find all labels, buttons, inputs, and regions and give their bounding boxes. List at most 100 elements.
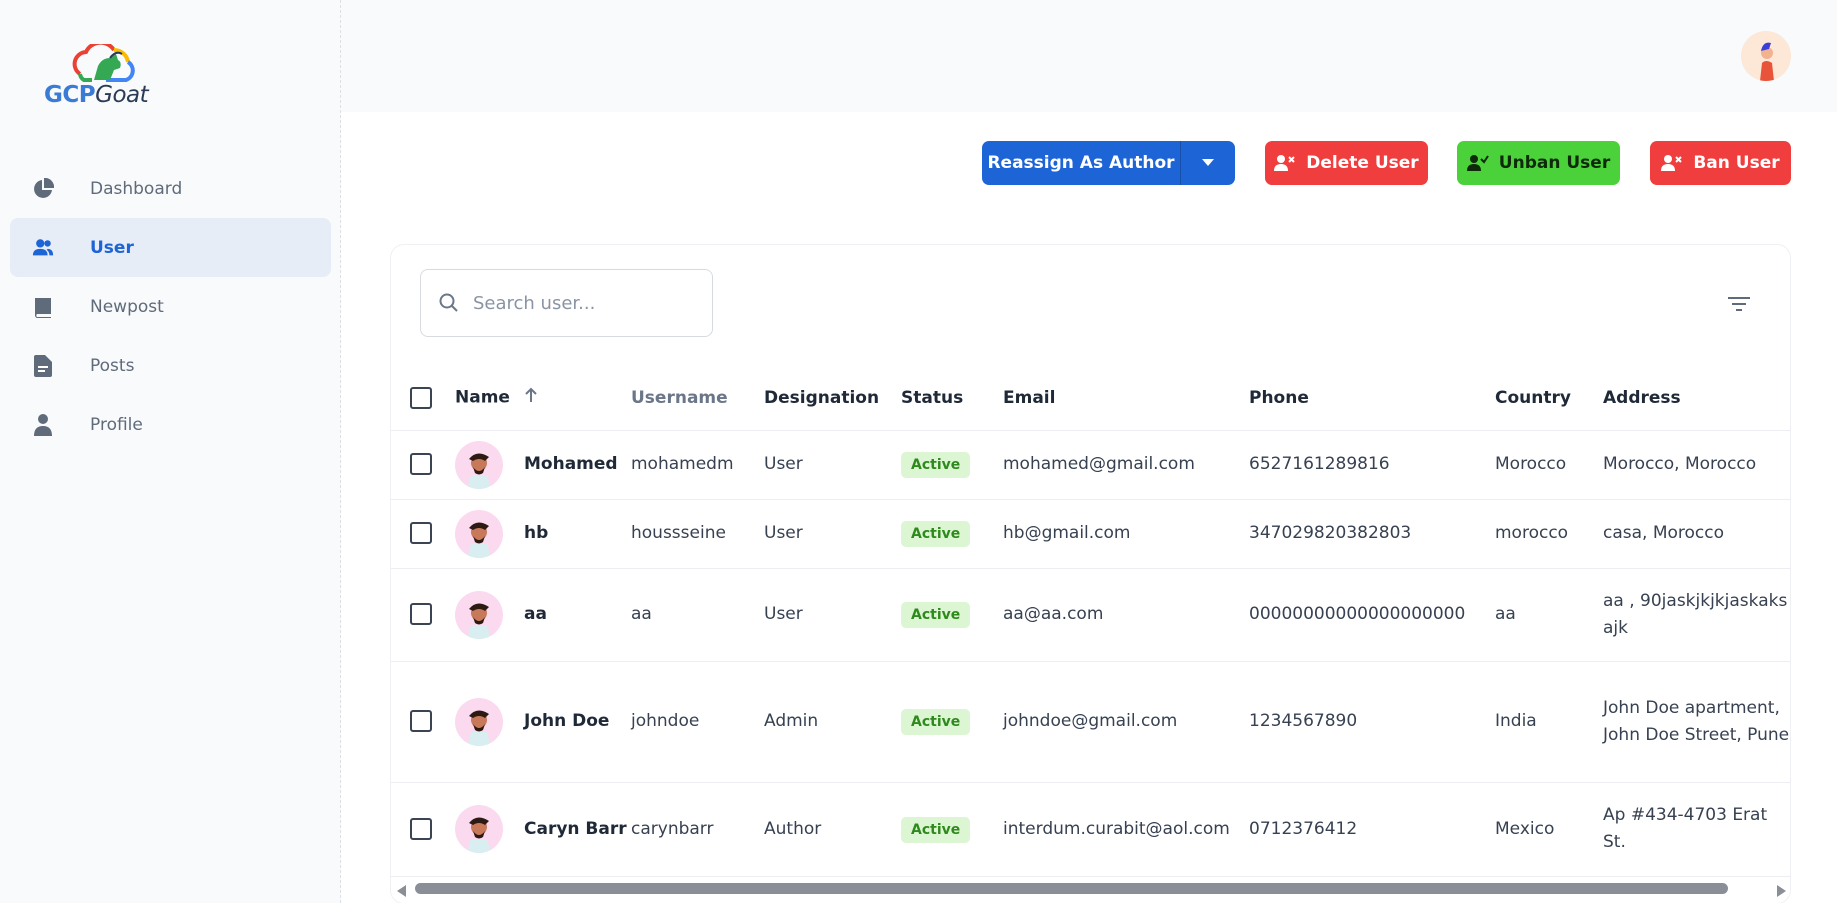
search-input[interactable] bbox=[473, 292, 693, 314]
column-header-country[interactable]: Country bbox=[1495, 366, 1603, 431]
user-check-icon bbox=[1466, 154, 1489, 172]
row-checkbox[interactable] bbox=[410, 710, 432, 732]
user-username: johndoe bbox=[631, 661, 764, 783]
user-address: aa , 90jaskjkjkjaskaksajk bbox=[1603, 568, 1790, 662]
unban-user-button[interactable]: Unban User bbox=[1457, 141, 1620, 185]
status-cell: Active bbox=[901, 568, 1003, 662]
reassign-as-author-label: Reassign As Author bbox=[987, 153, 1175, 173]
sidebar-nav: Dashboard User Newpost Posts Profile bbox=[10, 159, 331, 454]
ban-user-label: Ban User bbox=[1693, 153, 1780, 173]
users-table: Name Username Designation Status Email P… bbox=[391, 366, 1790, 877]
user-username: carynbarr bbox=[631, 782, 764, 877]
table-row[interactable]: John Doe johndoe Admin Active johndoe@gm… bbox=[391, 661, 1790, 783]
user-phone: 1234567890 bbox=[1249, 661, 1495, 783]
filter-list-button[interactable] bbox=[1724, 289, 1754, 319]
search-icon bbox=[439, 293, 459, 313]
user-country: India bbox=[1495, 661, 1603, 783]
brand-part2: Goat bbox=[95, 82, 149, 108]
row-select-cell bbox=[391, 661, 455, 783]
sidebar-item-user[interactable]: User bbox=[10, 218, 331, 277]
user-phone: 6527161289816 bbox=[1249, 430, 1495, 500]
sidebar-item-profile[interactable]: Profile bbox=[10, 395, 331, 454]
user-email: interdum.curabit@aol.com bbox=[1003, 782, 1249, 877]
user-name: Mohamed bbox=[524, 430, 631, 500]
user-email: mohamed@gmail.com bbox=[1003, 430, 1249, 500]
avatar bbox=[455, 509, 503, 558]
user-country: Morocco bbox=[1495, 430, 1603, 500]
scroll-right-arrow-icon[interactable] bbox=[1776, 882, 1786, 901]
user-avatar-icon bbox=[1741, 31, 1791, 81]
row-select-cell bbox=[391, 499, 455, 569]
sidebar-item-label: User bbox=[90, 237, 134, 258]
sort-ascending-icon bbox=[524, 387, 538, 408]
caret-down-icon bbox=[1202, 159, 1214, 166]
row-checkbox[interactable] bbox=[410, 522, 432, 544]
column-header-username[interactable]: Username bbox=[631, 366, 764, 431]
column-header-phone[interactable]: Phone bbox=[1249, 366, 1495, 431]
account-avatar[interactable] bbox=[1741, 31, 1791, 81]
reassign-as-author-button[interactable]: Reassign As Author bbox=[982, 141, 1181, 185]
document-icon bbox=[32, 354, 54, 377]
avatar bbox=[455, 440, 503, 489]
logo[interactable]: GCPGoat bbox=[44, 44, 164, 110]
column-header-email[interactable]: Email bbox=[1003, 366, 1249, 431]
avatar bbox=[455, 697, 503, 746]
ban-user-button[interactable]: Ban User bbox=[1650, 141, 1791, 185]
user-designation: User bbox=[764, 430, 901, 500]
sidebar-item-newpost[interactable]: Newpost bbox=[10, 277, 331, 336]
user-designation: User bbox=[764, 499, 901, 569]
user-address: John Doe apartment, John Doe Street, Pun… bbox=[1603, 661, 1790, 783]
column-header-designation[interactable]: Designation bbox=[764, 366, 901, 431]
status-cell: Active bbox=[901, 430, 1003, 500]
sidebar-item-label: Newpost bbox=[90, 296, 164, 317]
table-row[interactable]: aa aa User Active aa@aa.com 000000000000… bbox=[391, 568, 1790, 662]
brand-part1: GCP bbox=[44, 82, 96, 108]
status-cell: Active bbox=[901, 782, 1003, 877]
sidebar-item-posts[interactable]: Posts bbox=[10, 336, 331, 395]
table-row[interactable]: hb houssseine User Active hb@gmail.com 3… bbox=[391, 499, 1790, 569]
avatar-cell bbox=[455, 661, 524, 783]
users-table-card: Name Username Designation Status Email P… bbox=[390, 244, 1791, 903]
user-name: Caryn Barr bbox=[524, 782, 631, 877]
user-country: morocco bbox=[1495, 499, 1603, 569]
status-badge: Active bbox=[901, 521, 971, 547]
reassign-as-author-split-button: Reassign As Author bbox=[982, 141, 1235, 185]
reassign-dropdown-toggle[interactable] bbox=[1181, 141, 1235, 185]
status-badge: Active bbox=[901, 709, 971, 735]
user-remove-icon bbox=[1274, 154, 1296, 172]
row-checkbox[interactable] bbox=[410, 817, 432, 840]
column-header-name[interactable]: Name bbox=[455, 366, 631, 431]
user-phone: 347029820382803 bbox=[1249, 499, 1495, 569]
user-username: houssseine bbox=[631, 499, 764, 569]
user-designation: Admin bbox=[764, 661, 901, 783]
sidebar-item-label: Posts bbox=[90, 355, 135, 376]
table-row[interactable]: Mohamed mohamedm User Active mohamed@gma… bbox=[391, 430, 1790, 500]
table-header-row: Name Username Designation Status Email P… bbox=[391, 366, 1790, 431]
column-header-status[interactable]: Status bbox=[901, 366, 1003, 431]
avatar-cell bbox=[455, 782, 524, 877]
select-all-checkbox[interactable] bbox=[410, 386, 432, 409]
user-country: aa bbox=[1495, 568, 1603, 662]
search-box bbox=[420, 269, 713, 337]
goat-cloud-logo-icon bbox=[72, 44, 135, 82]
sidebar-item-label: Dashboard bbox=[90, 178, 183, 199]
scrollbar-thumb[interactable] bbox=[415, 883, 1728, 894]
column-header-address[interactable]: Address bbox=[1603, 366, 1790, 431]
status-badge: Active bbox=[901, 602, 971, 628]
user-designation: Author bbox=[764, 782, 901, 877]
delete-user-label: Delete User bbox=[1306, 153, 1419, 173]
row-checkbox[interactable] bbox=[410, 603, 432, 625]
scroll-left-arrow-icon[interactable] bbox=[397, 882, 407, 901]
user-name: aa bbox=[524, 568, 631, 662]
table-row[interactable]: Caryn Barr carynbarr Author Active inter… bbox=[391, 782, 1790, 877]
horizontal-scrollbar[interactable] bbox=[391, 877, 1790, 901]
pie-chart-icon bbox=[32, 177, 54, 200]
app-root: GCPGoat Dashboard User Newpost Posts Pro… bbox=[0, 0, 1837, 903]
user-designation: User bbox=[764, 568, 901, 662]
status-badge: Active bbox=[901, 452, 971, 478]
book-icon bbox=[32, 296, 54, 318]
sidebar-item-dashboard[interactable]: Dashboard bbox=[10, 159, 331, 218]
delete-user-button[interactable]: Delete User bbox=[1265, 141, 1428, 185]
user-remove-icon bbox=[1661, 154, 1683, 172]
row-checkbox[interactable] bbox=[410, 453, 432, 475]
